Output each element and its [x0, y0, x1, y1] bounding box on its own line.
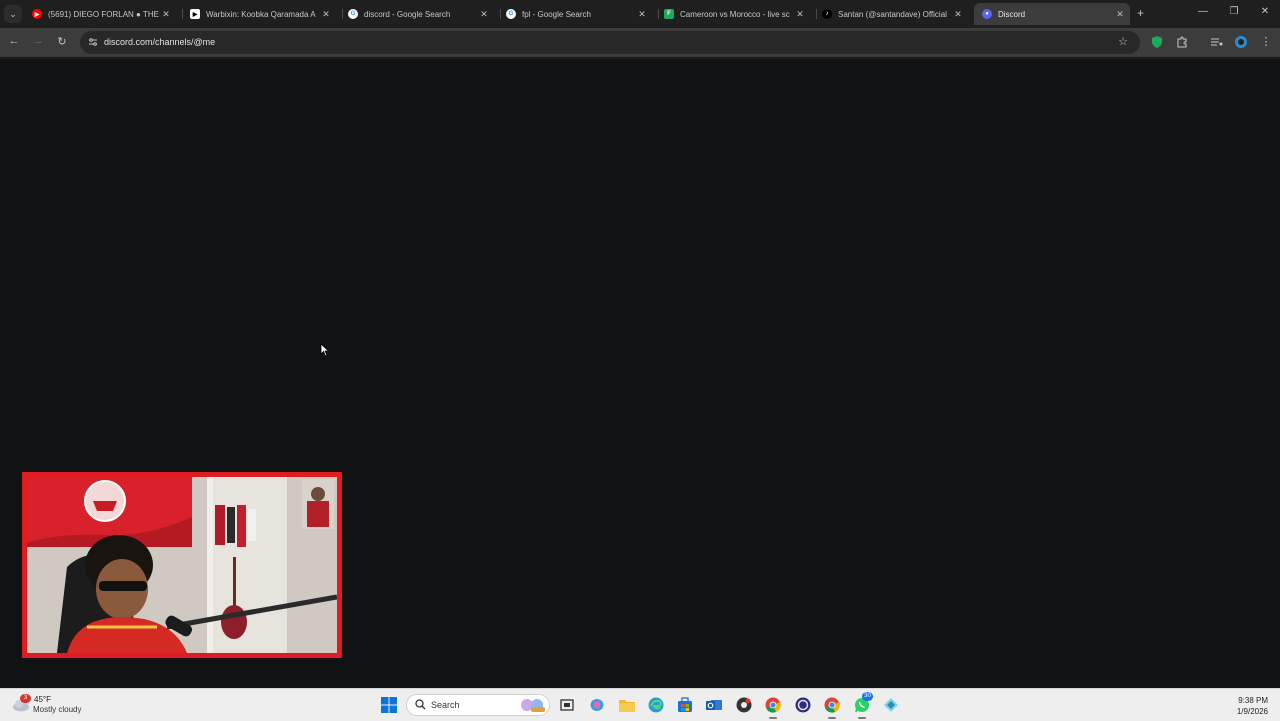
- weather-temp: 45°F: [34, 695, 51, 704]
- profile-avatar-icon[interactable]: [1234, 35, 1248, 49]
- weather-desc: Mostly cloudy: [33, 705, 82, 714]
- news-site-icon: ▶: [190, 9, 200, 19]
- clock-date: 1/9/2026: [1236, 707, 1268, 716]
- webcam-feed-image: [27, 477, 337, 653]
- back-button[interactable]: ←: [6, 35, 22, 47]
- copilot-icon[interactable]: [588, 696, 606, 714]
- close-icon[interactable]: ✕: [636, 9, 648, 20]
- microsoft-store-icon[interactable]: [676, 696, 694, 714]
- tiktok-icon: ♪: [822, 9, 832, 19]
- system-clock[interactable]: 9:38 PM 1/9/2026: [1237, 695, 1268, 717]
- search-highlight-icon: [521, 699, 545, 712]
- close-icon[interactable]: ✕: [952, 9, 964, 20]
- close-icon[interactable]: ✕: [478, 9, 490, 20]
- chevron-down-icon: ⌄: [9, 8, 17, 19]
- google-icon: G: [506, 9, 516, 19]
- tab-discord[interactable]: ● Discord ✕: [974, 3, 1130, 25]
- search-icon: [415, 699, 426, 710]
- browser-toolbar: ← → ↻ discord.com/channels/@me ☆ ⋮: [0, 28, 1280, 57]
- tab-warbixin[interactable]: ▶ Warbixin: Koobka Qaramada A ✕: [186, 4, 336, 24]
- streaming-app-icon[interactable]: [735, 696, 753, 714]
- tab-title: (5691) DIEGO FORLAN ● THE R: [48, 9, 160, 19]
- tab-strip: ⌄ ▶ (5691) DIEGO FORLAN ● THE R ✕ ▶ Warb…: [0, 0, 1280, 28]
- score-site-icon: F: [664, 9, 674, 19]
- reload-button[interactable]: ↻: [54, 35, 70, 48]
- file-explorer-icon[interactable]: [618, 696, 636, 714]
- bookmark-star-icon[interactable]: ☆: [1118, 35, 1128, 48]
- tab-title: Warbixin: Koobka Qaramada A: [206, 9, 316, 19]
- tab-google-fpl[interactable]: G fpl - Google Search ✕: [502, 4, 652, 24]
- tab-title: Santan (@santandave) Official: [838, 9, 947, 19]
- shield-extension-icon[interactable]: [1150, 35, 1164, 49]
- app-diamond-icon[interactable]: [882, 696, 900, 714]
- new-tab-button[interactable]: +: [1137, 6, 1144, 20]
- minimize-button[interactable]: —: [1193, 6, 1213, 17]
- clock-time: 9:38 PM: [1238, 696, 1268, 705]
- media-controls-icon[interactable]: [1210, 35, 1224, 49]
- url-text[interactable]: discord.com/channels/@me: [104, 37, 215, 47]
- windows-start-icon[interactable]: [380, 696, 398, 714]
- tab-title: fpl - Google Search: [522, 9, 591, 19]
- close-icon[interactable]: ✕: [320, 9, 332, 20]
- tab-search-button[interactable]: ⌄: [4, 5, 22, 23]
- task-view-icon[interactable]: [558, 696, 576, 714]
- address-bar[interactable]: discord.com/channels/@me ☆: [80, 31, 1140, 54]
- tab-youtube[interactable]: ▶ (5691) DIEGO FORLAN ● THE R ✕: [28, 4, 176, 24]
- taskbar-search-box[interactable]: Search: [406, 694, 550, 716]
- site-info-icon[interactable]: [88, 37, 98, 47]
- webcam-overlay: [22, 472, 342, 658]
- edge-browser-icon[interactable]: [647, 696, 665, 714]
- tab-live-score[interactable]: F Cameroon vs Morocco - live sc ✕: [660, 4, 810, 24]
- google-icon: G: [348, 9, 358, 19]
- chrome-profile-icon[interactable]: [823, 696, 841, 714]
- close-icon[interactable]: ✕: [794, 9, 806, 20]
- close-window-button[interactable]: ✕: [1255, 6, 1275, 17]
- chrome-icon[interactable]: [764, 696, 782, 714]
- tab-google-discord[interactable]: G discord - Google Search ✕: [344, 4, 494, 24]
- tab-title: Cameroon vs Morocco - live sc: [680, 9, 790, 19]
- tab-title: discord - Google Search: [364, 9, 451, 19]
- youtube-icon: ▶: [32, 9, 42, 19]
- close-icon[interactable]: ✕: [1114, 9, 1126, 20]
- mouse-cursor-icon: [320, 343, 330, 357]
- outlook-icon[interactable]: [705, 696, 723, 714]
- extensions-puzzle-icon[interactable]: [1175, 35, 1189, 49]
- whatsapp-icon[interactable]: 30: [853, 692, 873, 714]
- weather-widget[interactable]: 3: [12, 694, 31, 717]
- browser-menu-icon[interactable]: ⋮: [1258, 35, 1274, 48]
- whatsapp-badge: 30: [862, 692, 873, 701]
- close-icon[interactable]: ✕: [160, 9, 172, 20]
- tab-title: Discord: [998, 9, 1026, 19]
- windows-taskbar: 3 45°F Mostly cloudy Search 30 9:38 PM 1…: [0, 688, 1280, 721]
- tab-tiktok[interactable]: ♪ Santan (@santandave) Official ✕: [818, 4, 968, 24]
- discord-icon: ●: [982, 9, 992, 19]
- search-label: Search: [431, 700, 460, 710]
- weather-alert-badge: 3: [20, 694, 31, 703]
- restore-button[interactable]: ❐: [1224, 6, 1244, 17]
- obs-icon[interactable]: [794, 696, 812, 714]
- forward-button[interactable]: →: [30, 35, 46, 47]
